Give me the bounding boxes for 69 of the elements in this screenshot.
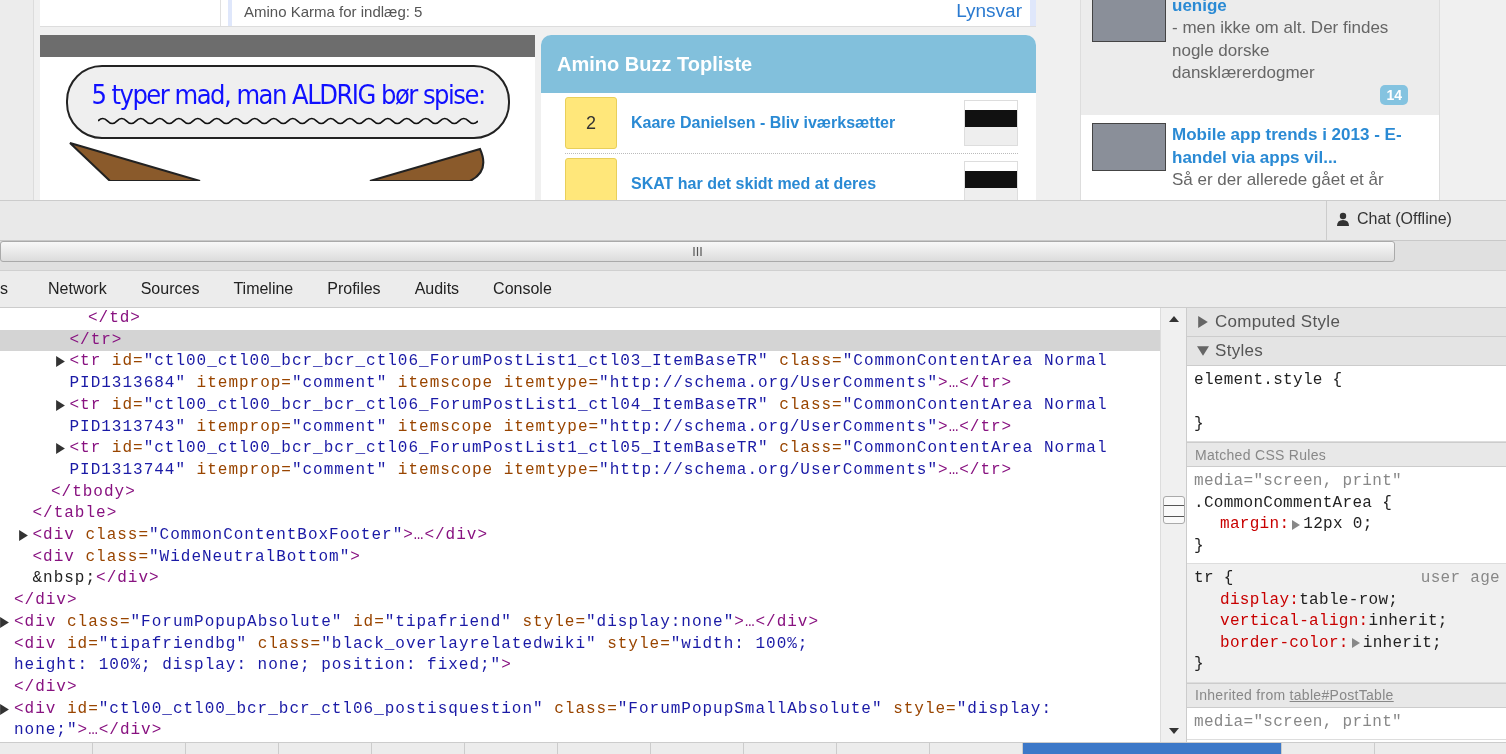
dom-node[interactable]: <div id="ctl00_ctl00_bcr_bcr_ctl06_postisquestion" class="ForumPopupSmallAbsolute" style="display: none;">…</div> [0,698,1160,742]
breadcrumb-item[interactable] [1023,743,1282,754]
devtools-tab[interactable]: Network [31,280,124,298]
dom-node[interactable]: <div class="ForumPopupAbsolute" id="tipafriend" style="display:none">…</div> [0,611,1160,634]
dom-node[interactable]: </div> [0,676,1160,699]
media-query-text: media="screen, print" [1194,471,1403,492]
article-link[interactable]: SKAT har det skidt med at deres [631,175,950,193]
devtools-tab[interactable]: Audits [397,280,477,298]
card-title: Amino Buzz Topliste [557,52,753,76]
expand-triangle-icon[interactable] [1291,519,1302,530]
devtools-tab[interactable]: s [0,280,31,298]
karma-text: Amino Karma for indlæg: 5 [244,2,423,20]
article-excerpt: - men ikke om alt. Der findes nogle dorske dansklærerdogmer [1172,17,1390,84]
scroll-up-icon[interactable] [1168,316,1179,322]
vertical-scrollbar[interactable] [1160,308,1186,742]
expanded-triangle-icon [1197,345,1209,357]
dom-node[interactable]: <tr id="ctl00_ctl00_bcr_bcr_ctl06_ForumPostList1_ctl04_ItemBaseTR" class="CommonContentArea Normal PID1313743" itemprop="comment" itemscope itemtype="http://schema.org/UserComments">…</tr> [0,394,1160,439]
devtools-tab[interactable]: Timeline [216,280,311,298]
closing-brace: } [1194,654,1205,675]
collapsed-triangle-icon[interactable] [17,530,29,542]
pane-header[interactable]: Styles [1187,337,1506,366]
comment-count-badge: 14 [1380,84,1408,105]
dom-node[interactable]: <div class="CommonContentBoxFooter">…</div> [0,525,1160,547]
css-property[interactable]: border-color: inherit; [1194,632,1500,654]
dom-node[interactable]: <tr id="ctl00_ctl00_bcr_bcr_ctl06_ForumPostList1_ctl03_ItemBaseTR" class="CommonContentArea Normal PID1313684" itemprop="comment" itemscope itemtype="http://schema.org/UserComments">…</tr> [0,351,1160,395]
css-selector: tr { [1194,568,1234,589]
dom-node[interactable]: </tbody> [0,481,1160,504]
expand-triangle-icon[interactable] [1350,638,1361,649]
collapsed-triangle-icon[interactable] [54,399,66,411]
thumbnail-placeholder [964,100,1018,146]
css-selector: element.style { [1194,370,1343,391]
person-icon [1337,212,1349,226]
article-link[interactable]: Kaare Danielsen - Bliv iværksætter [631,114,950,132]
section-label: Matched CSS Rules [1195,446,1327,463]
dom-node[interactable]: <tr id="ctl00_ctl00_bcr_bcr_ctl06_ForumPostList1_ctl05_ItemBaseTR" class="CommonContentArea Normal PID1313744" itemprop="comment" itemscope itemtype="http://schema.org/UserComments">…</tr> [0,438,1160,482]
devtools-tab[interactable]: Sources [123,280,217,298]
css-property[interactable]: margin: 12px 0; [1194,514,1500,536]
scroll-down-icon[interactable] [1168,728,1179,734]
dom-node[interactable]: </tr> [0,329,1160,352]
rank-badge [565,158,617,200]
horizontal-scrollbar[interactable] [0,241,1395,262]
collapsed-triangle-icon[interactable] [0,616,10,628]
quick-reply-link[interactable]: Lynsvar [956,0,1022,22]
devtools-tab[interactable]: Console [476,280,569,298]
collapsed-triangle-icon[interactable] [0,703,10,715]
collapsed-triangle-icon[interactable] [54,356,66,368]
article-excerpt: Så er der allerede gået et år [1172,168,1385,191]
dom-node[interactable]: <div id="tipafriendbg" class="black_overlayrelatedwiki" style="width: 100%; height: 100%; display: none; position: fixed;"> [0,633,1160,677]
dom-node[interactable]: </td> [0,308,1160,330]
section-label: Inherited from [1195,687,1286,703]
closing-brace: } [1194,535,1205,557]
pane-header[interactable]: Computed Style [1187,308,1506,337]
rule-source: user age [1420,568,1500,589]
article-title-link[interactable]: Mobile app trends i 2013 - E-handel via apps vil... [1172,122,1408,169]
scrollbar-thumb[interactable] [1162,496,1185,524]
dom-node[interactable]: <div class="WideNeutralBottom"> &nbsp;</div> [0,546,1160,591]
closing-brace: } [1194,413,1205,435]
css-selector: .CommonCommentArea { [1194,492,1393,514]
grip-icon [693,247,702,256]
css-property[interactable]: vertical-align:inherit; [1194,611,1500,633]
collapsed-triangle-icon[interactable] [54,443,66,455]
collapsed-triangle-icon [1197,316,1209,328]
speech-bubble: 5 typer mad, man ALDRIG bør spise: [66,65,510,139]
media-query-text: media="screen, print" [1194,711,1403,733]
dom-node[interactable]: </table> [0,503,1160,526]
devtools-tab[interactable]: Profiles [310,280,398,298]
css-property[interactable]: display:table-row; [1194,589,1500,611]
rank-badge: 2 [565,97,617,149]
dom-node[interactable]: </div> [0,590,1160,612]
